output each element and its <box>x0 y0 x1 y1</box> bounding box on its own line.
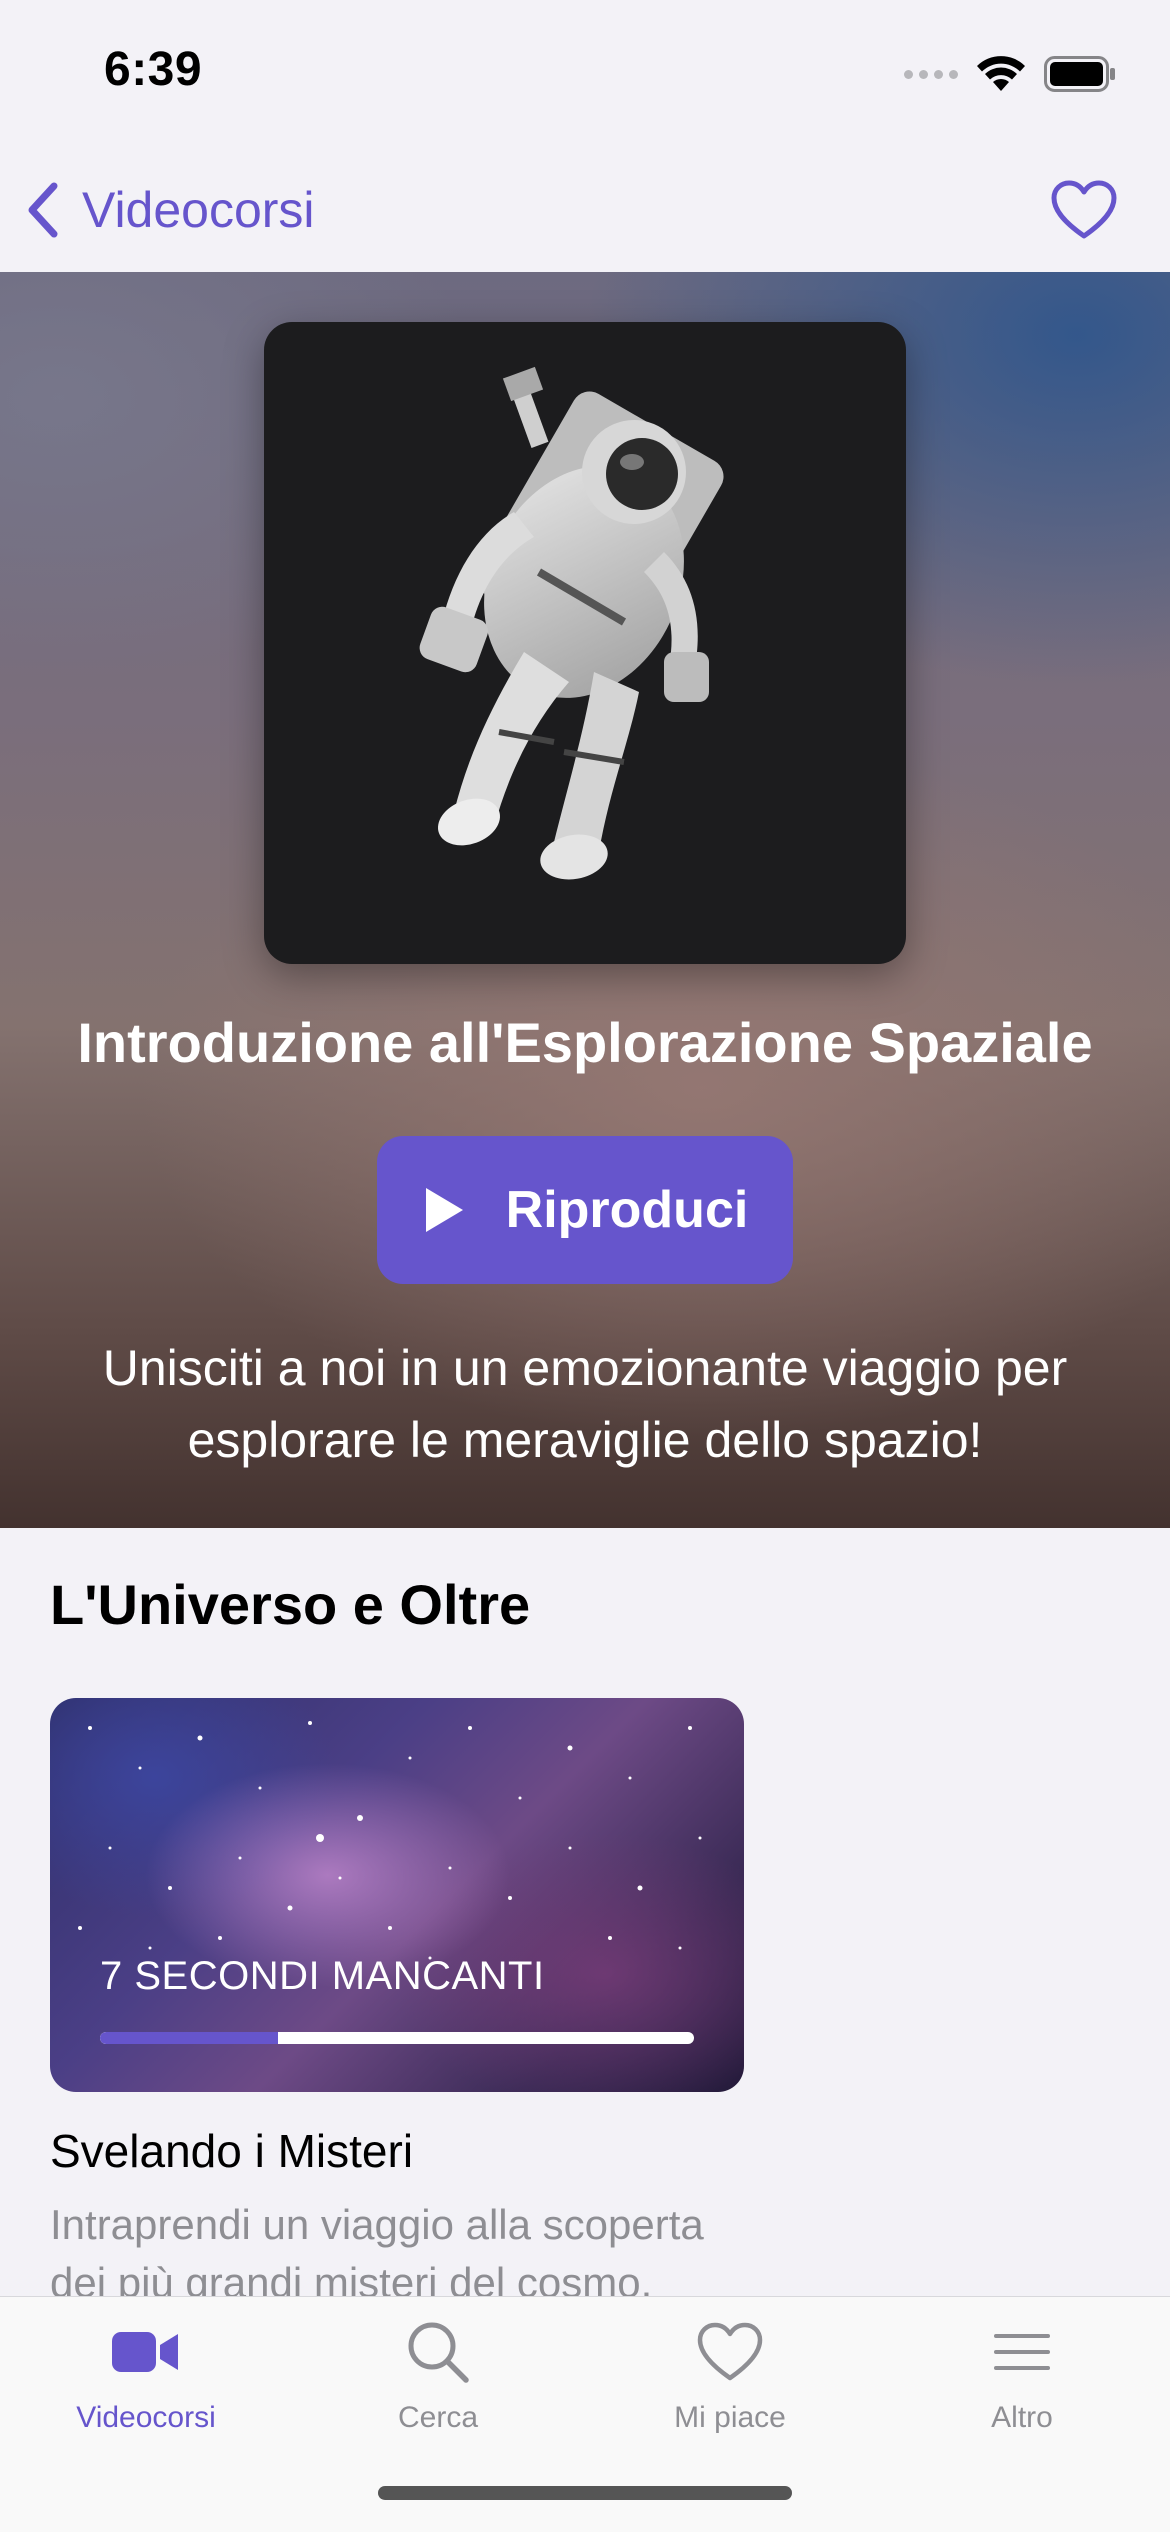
back-label: Videocorsi <box>82 182 315 238</box>
status-icons <box>904 52 1116 96</box>
status-bar: 6:39 <box>0 0 1170 150</box>
heart-icon <box>697 2322 763 2381</box>
chevron-left-icon <box>28 182 58 238</box>
heart-outline-icon <box>1051 180 1117 239</box>
tab-label: Videocorsi <box>76 2401 216 2434</box>
navigation-bar: Videocorsi <box>0 150 1170 272</box>
progress-fill <box>100 2032 279 2044</box>
course-card-title: Svelando i Misteri <box>50 2125 414 2177</box>
course-card-description: Intraprendi un viaggio alla scoperta dei… <box>50 2201 704 2296</box>
battery-icon <box>1044 56 1115 92</box>
course-title: Introduzione all'Esplorazione Spaziale <box>77 1011 1093 1074</box>
tab-altro[interactable]: Altro <box>876 2315 1168 2455</box>
search-icon <box>408 2322 469 2383</box>
play-button[interactable]: Riproduci <box>377 1136 793 1284</box>
menu-icon <box>994 2334 1050 2370</box>
video-camera-icon <box>112 2332 178 2372</box>
status-time: 6:39 <box>104 43 203 96</box>
cellular-signal-icon <box>904 69 958 79</box>
home-indicator <box>378 2486 792 2500</box>
play-label: Riproduci <box>505 1181 749 1239</box>
tab-mi-piace[interactable]: Mi piace <box>584 2315 876 2455</box>
tab-label: Mi piace <box>674 2401 786 2434</box>
progress-bar <box>100 2032 694 2044</box>
back-button[interactable]: Videocorsi <box>22 172 315 248</box>
hero-section: Introduzione all'Esplorazione Spaziale R… <box>0 272 1170 1528</box>
wifi-icon <box>977 56 1025 91</box>
screen: 6:39 Videocorsi Introduzione all'Esplora… <box>0 0 1170 2532</box>
section-title: L'Universo e Oltre <box>50 1573 531 1636</box>
tab-videocorsi[interactable]: Videocorsi <box>0 2315 292 2455</box>
course-description: Unisciti a noi in un emozionante viaggio… <box>102 1340 1068 1468</box>
favorite-button[interactable] <box>1048 174 1120 246</box>
course-card[interactable]: 7 SECONDI MANCANTI <box>50 1698 744 2092</box>
astronaut-image <box>419 366 724 880</box>
tab-label: Cerca <box>397 2401 479 2434</box>
tab-label: Altro <box>991 2401 1053 2434</box>
course-artwork <box>264 322 906 964</box>
time-remaining-label: 7 SECONDI MANCANTI <box>100 1954 545 1998</box>
tab-cerca[interactable]: Cerca <box>292 2315 584 2455</box>
play-icon <box>425 1188 463 1232</box>
